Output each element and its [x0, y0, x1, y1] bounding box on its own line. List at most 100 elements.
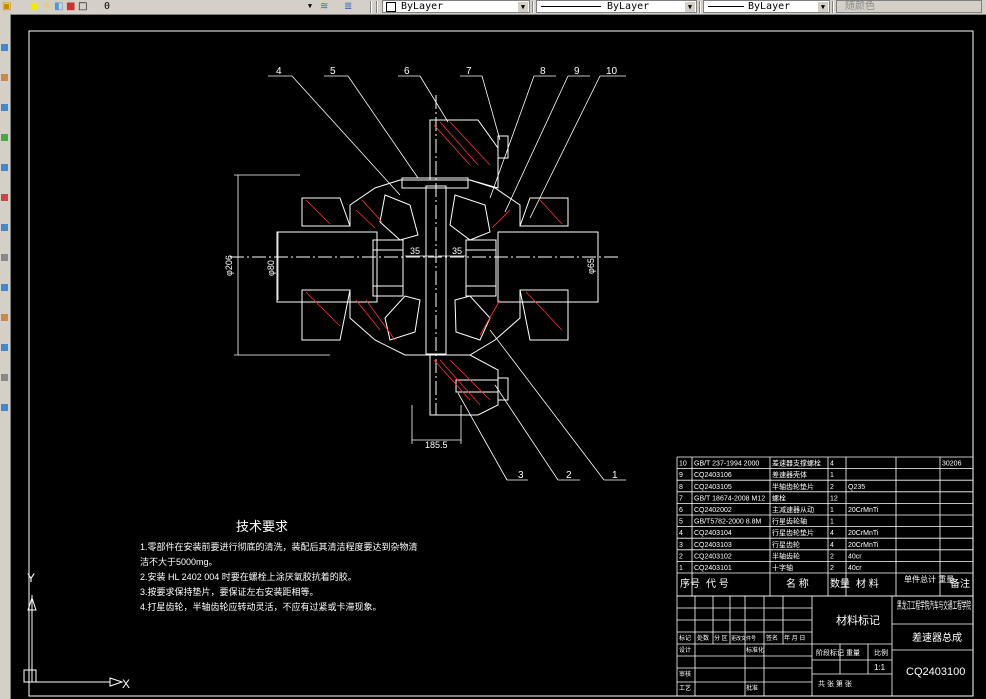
bom-cell: 主减速器从动: [772, 505, 814, 514]
bom-cell: 螺栓: [772, 493, 786, 502]
notes-title: 技术要求: [236, 519, 288, 534]
insert-block-icon[interactable]: [1, 284, 8, 291]
bom-cell: 6: [679, 507, 683, 514]
polygon-tool-icon[interactable]: [1, 104, 8, 111]
balloon-label: 8: [540, 66, 546, 77]
svg-text:X: X: [122, 677, 130, 691]
make-current-icon[interactable]: ≋: [320, 1, 328, 13]
stage-mark: 阶段标记: [816, 648, 844, 657]
tb-row-label: 标记: [679, 634, 691, 642]
tb-side-label: 设计: [679, 646, 691, 654]
planet-gear-left-top: [379, 194, 419, 241]
bom-header-note: 备注: [950, 577, 970, 590]
ellipse-tool-icon[interactable]: [1, 254, 8, 261]
tb-row-label: 签名: [766, 634, 778, 642]
spline-tool-icon[interactable]: [1, 224, 8, 231]
left-bearing-bottom: [301, 289, 351, 341]
ucs-icon: [23, 595, 124, 687]
bom-cell: 2: [830, 553, 834, 560]
linetype-sample: [541, 6, 601, 7]
dim-d1: φ206: [224, 255, 234, 276]
bom-cell: GB/T5782-2000 8.8M: [694, 519, 761, 526]
note-line: 1.零部件在安装前要进行彻底的清洗，装配后其清洁程度要达到杂物清: [140, 541, 418, 552]
layer-previous-icon[interactable]: ≣: [344, 1, 352, 13]
section-hatching: [305, 121, 563, 406]
lineweight-sample: [708, 6, 744, 7]
linetype-value: ByLayer: [607, 1, 650, 12]
bom-header-mat: 材 料: [856, 577, 879, 590]
lineweight-combo[interactable]: ByLayer ▼: [703, 0, 830, 13]
bom-cell: 差速器支撑螺栓: [772, 459, 821, 468]
balloon-label: 7: [466, 66, 472, 77]
layer-manager-icon[interactable]: ▣: [2, 1, 11, 13]
balloon-label: 10: [606, 66, 618, 77]
bom-header-weight: 单件总计 重量: [904, 574, 954, 584]
chevron-down-icon[interactable]: ▼: [818, 2, 828, 12]
planet-gear-right-top: [449, 194, 491, 241]
bom-cell: 4: [830, 461, 834, 468]
bom-cell: 20CrMnTi: [848, 542, 879, 549]
scale-value: 1:1: [874, 663, 886, 672]
layer-name: 0: [104, 1, 111, 12]
bom-cell: 半轴齿轮: [772, 551, 800, 560]
ring-gear-bottom: [429, 354, 499, 416]
balloon-labels: 4 5 6 7 8 9 10 3 2 1: [276, 66, 618, 481]
bom-cell: 1: [679, 565, 683, 572]
tb-row-label: 更改文件号: [731, 635, 756, 642]
toolbar-separator: [376, 1, 378, 13]
bom-cell: 1: [830, 519, 834, 526]
tb-side-label: 批准: [746, 684, 758, 692]
layer-color-icon[interactable]: ■: [66, 1, 75, 13]
right-bearing-rollers: [465, 239, 497, 297]
line-tool-icon[interactable]: [1, 44, 8, 51]
lineweight-value: ByLayer: [748, 1, 791, 12]
technical-notes: 技术要求 1.零部件在安装前要进行彻底的清洗，装配后其清洁程度要达到杂物清 洁不…: [140, 519, 418, 612]
dim-bottom: 185.5: [425, 440, 448, 450]
toolbar-separator: [532, 1, 534, 13]
planet-gear-right-bottom: [454, 295, 491, 341]
circle-tool-icon[interactable]: [1, 194, 8, 201]
layer-select[interactable]: 0 ▼: [90, 0, 316, 13]
hatch-tool-icon[interactable]: [1, 344, 8, 351]
dim-d2: φ80: [266, 260, 276, 276]
bom-cell: 4: [830, 542, 834, 549]
color-combo[interactable]: ByLayer ▼: [382, 0, 530, 13]
weight-label: 重量: [846, 649, 860, 657]
toolbar-separator: [699, 1, 701, 13]
plotstyle-combo[interactable]: 随颜色: [836, 0, 982, 13]
bom-cell: 20CrMnTi: [848, 530, 879, 537]
arc-tool-icon[interactable]: [1, 164, 8, 171]
balloon-label: 1: [612, 470, 618, 481]
balloon-label: 3: [518, 470, 524, 481]
drawing-canvas[interactable]: φ206 φ80 φ65 35 35 185.5 4 5 6 7 8 9 10 …: [11, 14, 986, 699]
bom-cell: GB/T 237-1994 2000: [694, 461, 759, 468]
bom-cell: 40cr: [848, 553, 862, 560]
dim-w2: 35: [452, 246, 462, 256]
bom-header-name: 名 称: [786, 577, 809, 590]
bom-cell: CQ2403106: [694, 472, 732, 479]
chevron-down-icon[interactable]: ▼: [685, 2, 695, 12]
sheet-label: 共 张 第 张: [818, 679, 852, 688]
lock-icon[interactable]: ◧: [54, 1, 63, 13]
bulb-icon[interactable]: ●: [30, 1, 39, 13]
region-tool-icon[interactable]: [1, 374, 8, 381]
note-line: 2.安装 HL 2402 004 时要在螺栓上涂厌氧胶抗着的胶。: [140, 571, 357, 582]
point-tool-icon[interactable]: [1, 314, 8, 321]
bom-cell: CQ2403101: [694, 565, 732, 572]
rectangle-tool-icon[interactable]: [1, 134, 8, 141]
color-swatch-icon: □: [78, 1, 88, 12]
bom-cell: 2: [679, 553, 683, 560]
bom-cell: 行星齿轮: [772, 540, 800, 549]
polyline-tool-icon[interactable]: [1, 74, 8, 81]
balloon-label: 9: [574, 66, 580, 77]
chevron-down-icon[interactable]: ▼: [305, 1, 315, 11]
linetype-combo[interactable]: ByLayer ▼: [536, 0, 697, 13]
bom-cell: 5: [679, 519, 683, 526]
bom-cell: 1: [830, 472, 834, 479]
text-tool-icon[interactable]: [1, 404, 8, 411]
sun-icon[interactable]: ☼: [42, 1, 51, 13]
chevron-down-icon[interactable]: ▼: [518, 2, 528, 12]
bom-cell: GB/T 18674-2008 M12: [694, 495, 765, 502]
color-swatch-icon: [386, 2, 396, 12]
bom-cell: 半轴齿轮垫片: [772, 482, 814, 491]
